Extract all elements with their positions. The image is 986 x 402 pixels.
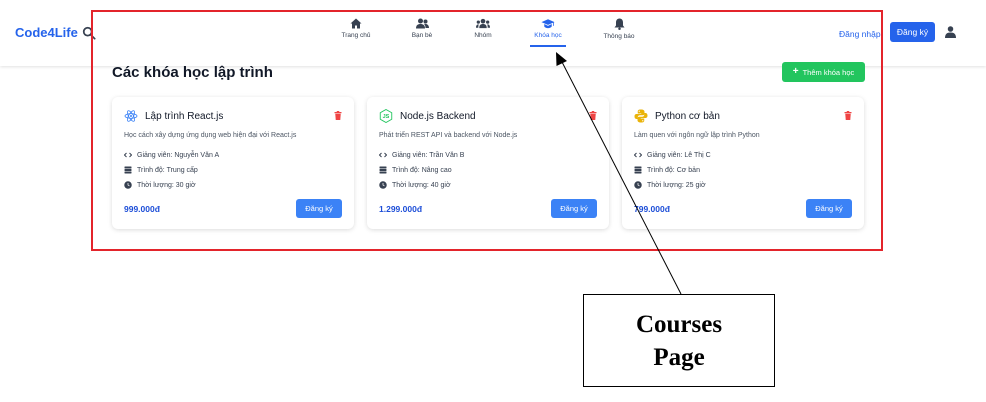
- callout-line-1: Courses: [635, 310, 723, 338]
- callout-line-2: Page: [653, 343, 705, 371]
- annotation-arrow: [556, 52, 682, 295]
- annotation-callout: Courses Page: [583, 294, 775, 387]
